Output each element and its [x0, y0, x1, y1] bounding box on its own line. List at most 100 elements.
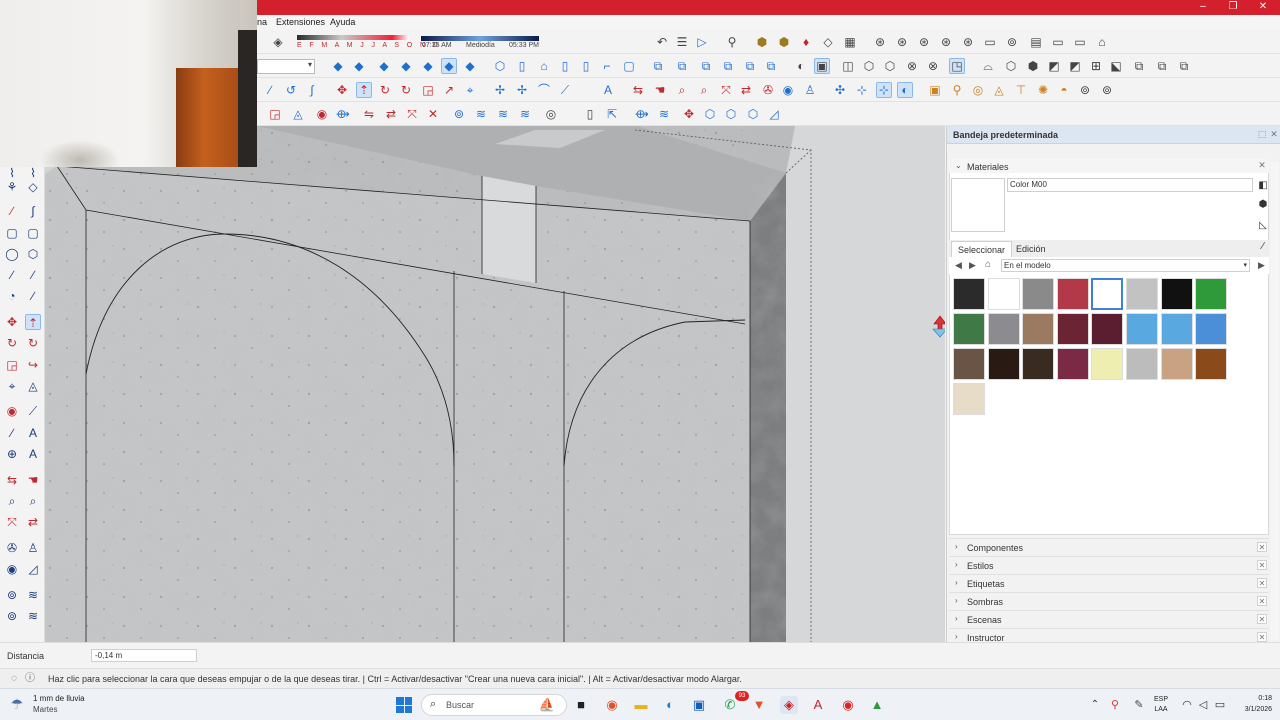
ext-2-icon[interactable]: ⚲	[949, 82, 965, 98]
label-icon[interactable]: A	[25, 425, 41, 441]
protractor-2-icon[interactable]: ◉	[4, 403, 20, 419]
copilot-icon[interactable]: ◉	[603, 696, 621, 714]
push-pull-2-icon[interactable]: ⇡	[25, 314, 41, 330]
sandbox-contours-icon[interactable]: ✣	[832, 82, 848, 98]
menu-item-extensions[interactable]: Extensiones	[276, 17, 325, 27]
material-swatch[interactable]	[1126, 313, 1158, 345]
stamp-2-icon[interactable]: ◐	[897, 82, 913, 98]
solid-subtract-icon[interactable]: ⊛	[894, 34, 910, 50]
material-swatch[interactable]	[1091, 278, 1124, 310]
ext-5-icon[interactable]: ⊤	[1013, 82, 1029, 98]
create-material-icon[interactable]: ⬢	[1257, 199, 1269, 211]
pencil-tool-icon[interactable]: ∕	[4, 203, 20, 219]
zoom-window-icon[interactable]: ⌕	[696, 82, 712, 98]
sandbox-scratch-icon[interactable]: ⊹	[854, 82, 870, 98]
back-arrow-icon[interactable]: ◀	[955, 260, 962, 271]
info-icon[interactable]: ⓘ	[24, 673, 36, 685]
line-tool-icon[interactable]: ∕	[262, 82, 278, 98]
warehouse-icon[interactable]: ⬢	[776, 34, 792, 50]
section-plane-2-icon[interactable]: ◩	[1046, 58, 1062, 74]
loft-icon[interactable]: ≋	[495, 106, 511, 122]
component-tool-icon[interactable]: ⚘	[4, 179, 20, 195]
zoom-extents-2-icon[interactable]: ⤧	[4, 514, 20, 530]
previous-view-icon[interactable]: ⇄	[738, 82, 754, 98]
arc-tool-icon[interactable]: ↺	[283, 82, 299, 98]
look-around-2-icon[interactable]: ◉	[4, 561, 20, 577]
walk-icon[interactable]: ♙	[802, 82, 818, 98]
material-swatch[interactable]	[1195, 348, 1228, 380]
pan-2-icon[interactable]: ☚	[25, 472, 41, 488]
ext-7-icon[interactable]: ◓	[1056, 82, 1072, 98]
follow-me-tool-icon[interactable]: ↻	[398, 82, 414, 98]
geolocation-icon[interactable]: ⚲	[724, 34, 740, 50]
style-1-icon[interactable]: ◫	[840, 58, 856, 74]
view-bottom-icon[interactable]: ▢	[621, 58, 637, 74]
material-swatch[interactable]	[1022, 278, 1055, 310]
hidden-line-icon[interactable]: ◆	[420, 58, 436, 74]
joint-push-pull-icon[interactable]: ⬡	[723, 106, 739, 122]
follow-me-2-icon[interactable]: ↻	[25, 335, 41, 351]
previous-2-icon[interactable]: ⇄	[25, 514, 41, 530]
style-3-icon[interactable]: ⬡	[882, 58, 898, 74]
ext-8-icon[interactable]: ⊚	[1077, 82, 1093, 98]
material-swatch[interactable]	[1195, 278, 1228, 310]
tray-scrollbar[interactable]	[1271, 162, 1279, 640]
pie-icon[interactable]: ◔	[4, 288, 20, 304]
redo-icon[interactable]: ☰	[674, 34, 690, 50]
minimize-button[interactable]: –	[1188, 0, 1218, 15]
brave-icon[interactable]: ▼	[750, 696, 768, 714]
view-left-icon[interactable]: ⌐	[599, 58, 615, 74]
sketchup-icon[interactable]: ◈	[780, 696, 798, 714]
3d-text-icon[interactable]: A	[600, 82, 616, 98]
tape-measure-icon[interactable]: ⌖	[462, 82, 478, 98]
clock-time[interactable]: 0:18	[1232, 695, 1272, 702]
section-shadows[interactable]: › Sombras ✕	[949, 592, 1269, 608]
ext-1-icon[interactable]: ▣	[927, 82, 943, 98]
triangle-icon[interactable]: ◬	[290, 106, 306, 122]
section-styles[interactable]: › Estilos ✕	[949, 556, 1269, 572]
material-swatch[interactable]	[987, 313, 1020, 345]
flowify-icon[interactable]: ◿	[766, 106, 782, 122]
edge-icon[interactable]: ◐	[661, 696, 679, 714]
join-icon[interactable]: ⤧	[404, 106, 420, 122]
component-report-icon[interactable]: ⧉	[1176, 58, 1192, 74]
drawing-viewport[interactable]	[45, 126, 945, 642]
undo-icon[interactable]: ↶	[654, 34, 670, 50]
microphone-icon[interactable]: ⚲	[1106, 696, 1124, 714]
sandbox-2-icon[interactable]: ⊚	[4, 587, 20, 603]
arc-2-icon[interactable]: ∕	[4, 267, 20, 283]
material-swatch[interactable]	[987, 278, 1020, 310]
chrome-icon[interactable]: ◉	[839, 696, 857, 714]
axes-tool-icon[interactable]: ⟋	[557, 82, 573, 98]
mirror-icon[interactable]: ⇄	[383, 106, 399, 122]
material-swatch[interactable]	[1160, 278, 1193, 310]
materials-header[interactable]: ⌄ Materiales ✕	[949, 159, 1269, 173]
material-swatch[interactable]	[1126, 348, 1158, 380]
paint-bucket-icon[interactable]: ◈	[270, 34, 286, 50]
component-attr-icon[interactable]: ⧉	[1154, 58, 1170, 74]
battery-icon[interactable]: ▭	[1211, 696, 1229, 714]
stamp-icon[interactable]: ▤	[1028, 34, 1044, 50]
material-swatch[interactable]	[953, 313, 985, 345]
arc-4-icon[interactable]: ∕	[25, 288, 41, 304]
outer-shell-icon[interactable]: ▭	[982, 34, 998, 50]
details-arrow-icon[interactable]: ▶	[1258, 260, 1265, 271]
sandbox-4-icon[interactable]: ⊚	[4, 608, 20, 624]
iso-view-icon[interactable]: ◆	[330, 58, 346, 74]
material-swatch[interactable]	[987, 348, 1020, 380]
zoom-window-2-icon[interactable]: ⌕	[25, 493, 41, 509]
view-front-icon[interactable]: ▯	[514, 58, 530, 74]
position-camera-2-icon[interactable]: ✇	[4, 540, 20, 556]
view-home-icon[interactable]: ⌂	[536, 58, 552, 74]
smoove-icon[interactable]: ⊹	[876, 82, 892, 98]
solid-intersect-icon[interactable]: ⊛	[916, 34, 932, 50]
ext-6-icon[interactable]: ✺	[1035, 82, 1051, 98]
tab-edit[interactable]: Edición	[1010, 241, 1052, 257]
add-detail-icon[interactable]: ▭	[1072, 34, 1088, 50]
fix-icon[interactable]: ⟴	[335, 106, 351, 122]
zoom-extents-icon[interactable]: ⤧	[718, 82, 734, 98]
scale-tool-icon[interactable]: ◲	[420, 82, 436, 98]
ext-4-icon[interactable]: ◬	[991, 82, 1007, 98]
curviloft-icon[interactable]: ✥	[681, 106, 697, 122]
forward-arrow-icon[interactable]: ▶	[969, 260, 976, 271]
